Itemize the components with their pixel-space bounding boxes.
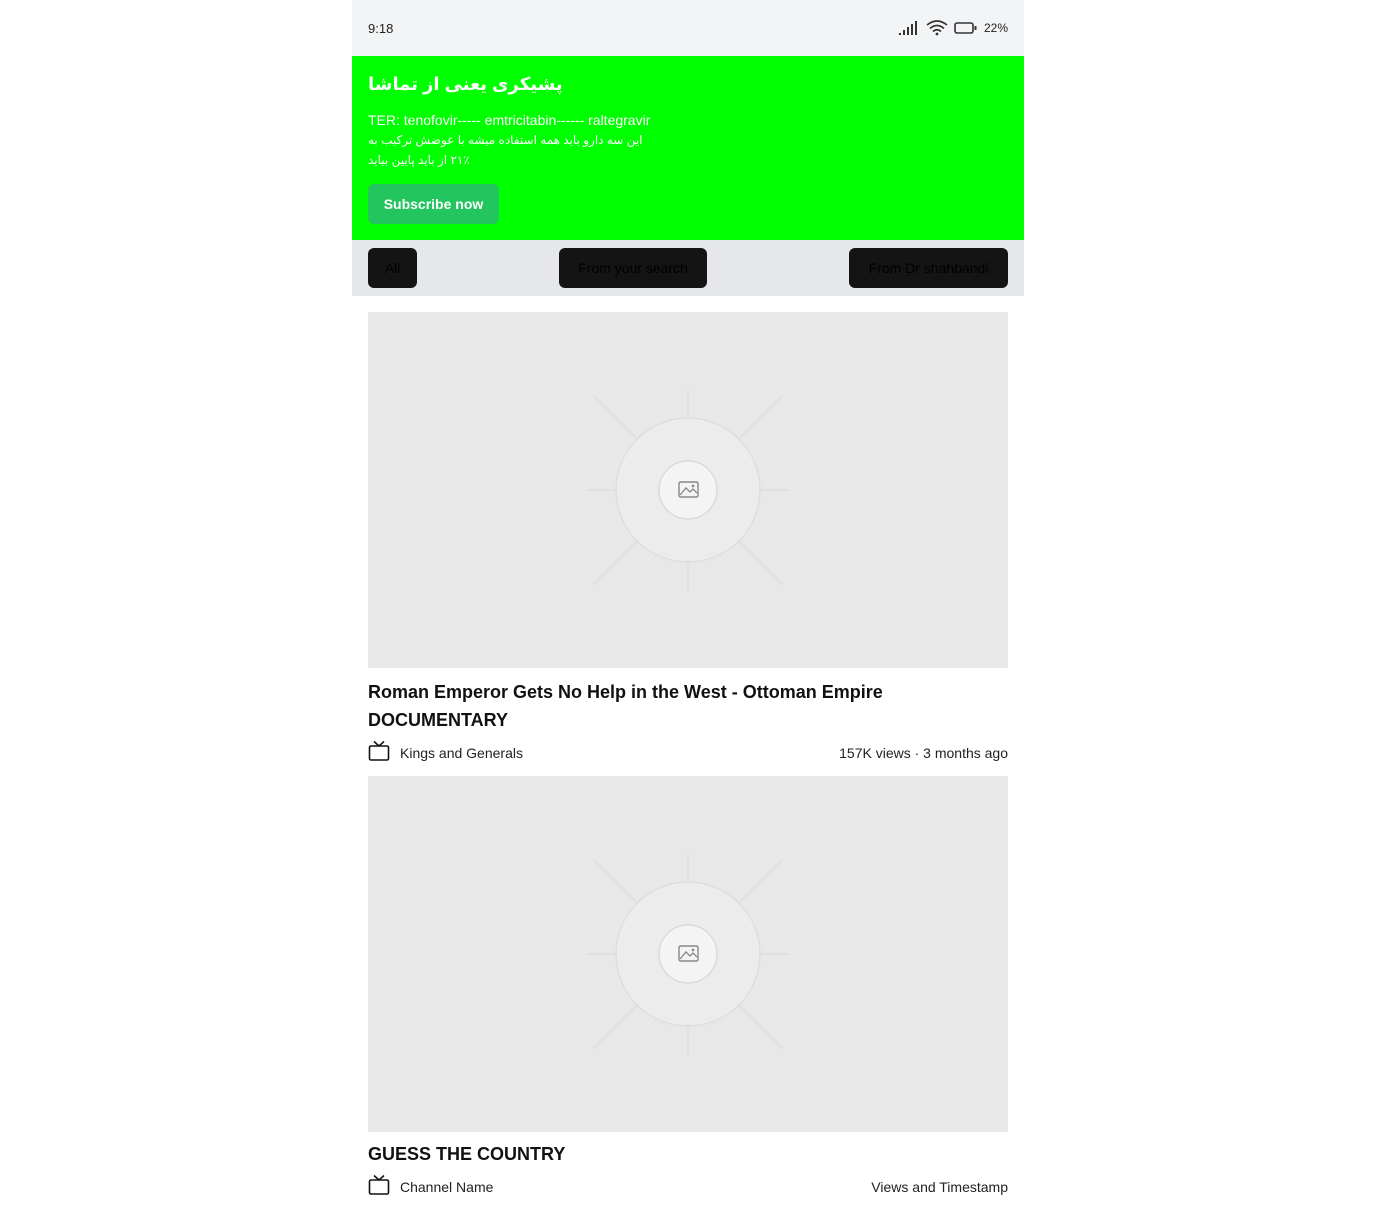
phone-screen: 9:18 22% پشیکری یعنی از تماشا TER: tenof… [352,0,1024,1211]
subscribe-button[interactable]: Subscribe now [368,184,499,224]
status-icons: 22% [898,20,1008,36]
chip-from-dr-shahbandi[interactable]: From Dr shahbandi [849,248,1008,288]
video-views-time: Views and Timestamp [871,1178,1008,1195]
video-thumbnail[interactable] [368,312,1008,668]
video-title[interactable]: Roman Emperor Gets No Help in the West -… [368,678,1008,734]
video-card[interactable]: Roman Emperor Gets No Help in the West -… [368,312,1008,765]
status-time: 9:18 [368,20,394,36]
tv-icon [368,1174,390,1199]
banner-text-line-1: TER: tenofovir----- emtricitabin------ r… [368,112,651,128]
wifi-icon [926,20,948,36]
filter-chip-bar: All From your search From Dr shahbandi [352,240,1024,296]
video-views-time: 157K views · 3 months ago [839,744,1008,761]
channel-info[interactable]: Channel Name [368,1174,493,1199]
video-meta-row: Channel Name Views and Timestamp [368,1174,1008,1199]
battery-percent: 22% [983,21,1008,35]
subscribe-banner: پشیکری یعنی از تماشا TER: tenofovir-----… [352,56,1024,240]
signal-icon [898,20,920,36]
tv-icon [368,740,390,765]
chip-all[interactable]: All [368,248,417,288]
chip-from-your-search[interactable]: From your search [559,248,707,288]
image-placeholder-icon [588,854,788,1054]
status-bar: 9:18 22% [352,0,1024,56]
banner-text-line-3: ۲۱٪ از باید پایین بیاید [368,153,470,167]
video-meta-row: Kings and Generals 157K views · 3 months… [368,740,1008,765]
video-title[interactable]: GUESS THE COUNTRY [368,1140,1008,1168]
channel-info[interactable]: Kings and Generals [368,740,523,765]
channel-name: Kings and Generals [400,744,523,761]
banner-text-line-2: این سه دارو باید همه استفاده میشه با عوض… [368,133,643,147]
battery-icon [954,21,978,35]
video-thumbnail[interactable] [368,776,1008,1132]
image-placeholder-icon [588,390,788,590]
banner-title: پشیکری یعنی از تماشا [368,74,563,94]
video-card[interactable]: GUESS THE COUNTRY Channel Name Views and… [368,776,1008,1199]
channel-name: Channel Name [400,1178,494,1195]
